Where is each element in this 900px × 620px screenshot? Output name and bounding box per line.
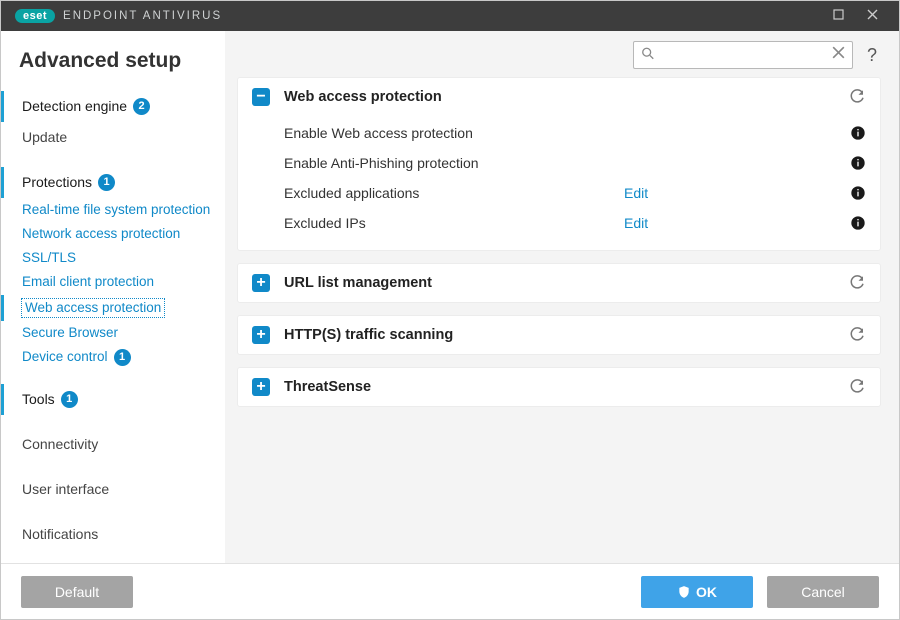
setting-label: Excluded applications (284, 185, 624, 201)
sidebar-item-label: Tools (22, 391, 55, 408)
info-icon[interactable] (850, 125, 866, 141)
count-badge: 2 (133, 98, 150, 115)
sidebar-item-label: Update (22, 129, 67, 146)
sidebar: Advanced setup Detection engine 2 Update Pr… (1, 31, 225, 563)
default-button[interactable]: Default (21, 576, 133, 608)
product-name: ENDPOINT ANTIVIRUS (63, 10, 222, 22)
sidebar-item-label: Secure Browser (22, 325, 118, 341)
ok-button[interactable]: OK (641, 576, 753, 608)
sidebar-subitem-web-access-protection[interactable]: Web access protection (1, 295, 224, 321)
panel-title: ThreatSense (284, 379, 848, 395)
expand-icon[interactable]: + (252, 326, 270, 344)
titlebar: eset ENDPOINT ANTIVIRUS (1, 1, 899, 31)
window-close-icon[interactable] (855, 9, 889, 23)
info-icon[interactable] (850, 185, 866, 201)
search-box (633, 41, 853, 69)
setting-row: Enable Web access protection (284, 118, 866, 148)
sidebar-item-notifications[interactable]: Notifications (1, 519, 224, 550)
setting-label: Enable Web access protection (284, 125, 624, 141)
reset-icon[interactable] (848, 274, 866, 292)
panel-header[interactable]: + HTTP(S) traffic scanning (238, 316, 880, 354)
search-input[interactable] (633, 41, 853, 69)
count-badge: 1 (61, 391, 78, 408)
panel-web-access-protection: −Web access protectionEnable Web access … (237, 77, 881, 251)
ok-button-label: OK (696, 584, 717, 600)
reset-icon[interactable] (848, 378, 866, 396)
sidebar-subitem-device-control[interactable]: Device control 1 (1, 345, 224, 370)
expand-icon[interactable]: + (252, 378, 270, 396)
page-title: Advanced setup (1, 43, 224, 91)
panel-body: Enable Web access protection Enable Anti-… (238, 116, 880, 250)
count-badge: 1 (98, 174, 115, 191)
sidebar-subitem-ssl-tls[interactable]: SSL/TLS (1, 246, 224, 270)
panel-title: Web access protection (284, 89, 848, 105)
sidebar-item-protections[interactable]: Protections 1 (1, 167, 224, 198)
info-icon[interactable] (850, 155, 866, 171)
window-maximize-icon[interactable] (821, 9, 855, 23)
info-icon[interactable] (850, 215, 866, 231)
main-area: ? −Web access protectionEnable Web acces… (225, 31, 899, 563)
sidebar-subitem-email-client-protection[interactable]: Email client protection (1, 270, 224, 294)
sidebar-item-label: Web access protection (22, 299, 164, 317)
panel-threatsense: + ThreatSense (237, 367, 881, 407)
sidebar-item-label: SSL/TLS (22, 250, 76, 266)
edit-link[interactable]: Edit (624, 215, 648, 231)
panel-header[interactable]: −Web access protection (238, 78, 880, 116)
help-icon[interactable]: ? (863, 45, 881, 66)
panel-title: HTTP(S) traffic scanning (284, 327, 848, 343)
panel-header[interactable]: + URL list management (238, 264, 880, 302)
sidebar-item-connectivity[interactable]: Connectivity (1, 429, 224, 460)
edit-link[interactable]: Edit (624, 185, 648, 201)
setting-row: Enable Anti-Phishing protection (284, 148, 866, 178)
setting-label: Enable Anti-Phishing protection (284, 155, 624, 171)
collapse-icon[interactable]: − (252, 88, 270, 106)
panel-url-list-management: + URL list management (237, 263, 881, 303)
panel-header[interactable]: + ThreatSense (238, 368, 880, 406)
count-badge: 1 (114, 349, 131, 366)
sidebar-subitem-network-access-protection[interactable]: Network access protection (1, 222, 224, 246)
setting-row: Excluded IPsEdit (284, 208, 866, 238)
sidebar-item-label: Email client protection (22, 274, 154, 290)
sidebar-item-label: Device control (22, 349, 108, 365)
sidebar-item-update[interactable]: Update (1, 122, 224, 153)
sidebar-item-label: Real-time file system protection (22, 202, 210, 218)
footer: Default OK Cancel (1, 563, 899, 619)
expand-icon[interactable]: + (252, 274, 270, 292)
sidebar-item-label: Detection engine (22, 98, 127, 115)
sidebar-item-label: Protections (22, 174, 92, 191)
reset-icon[interactable] (848, 326, 866, 344)
shield-icon (677, 585, 691, 599)
sidebar-item-label: Connectivity (22, 436, 98, 453)
search-icon (641, 47, 655, 64)
reset-icon[interactable] (848, 88, 866, 106)
sidebar-item-user-interface[interactable]: User interface (1, 474, 224, 505)
panel-title: URL list management (284, 275, 848, 291)
clear-search-icon[interactable] (832, 46, 845, 64)
sidebar-item-label: Notifications (22, 526, 98, 543)
sidebar-item-tools[interactable]: Tools 1 (1, 384, 224, 415)
setting-label: Excluded IPs (284, 215, 624, 231)
cancel-button[interactable]: Cancel (767, 576, 879, 608)
sidebar-subitem-secure-browser[interactable]: Secure Browser (1, 321, 224, 345)
sidebar-subitem-real-time-file-system-protection[interactable]: Real-time file system protection (1, 198, 224, 222)
panel-http-s-traffic-scanning: + HTTP(S) traffic scanning (237, 315, 881, 355)
sidebar-item-detection-engine[interactable]: Detection engine 2 (1, 91, 224, 122)
sidebar-item-label: User interface (22, 481, 109, 498)
setting-row: Excluded applicationsEdit (284, 178, 866, 208)
sidebar-item-label: Network access protection (22, 226, 180, 242)
brand-logo: eset (15, 9, 55, 23)
